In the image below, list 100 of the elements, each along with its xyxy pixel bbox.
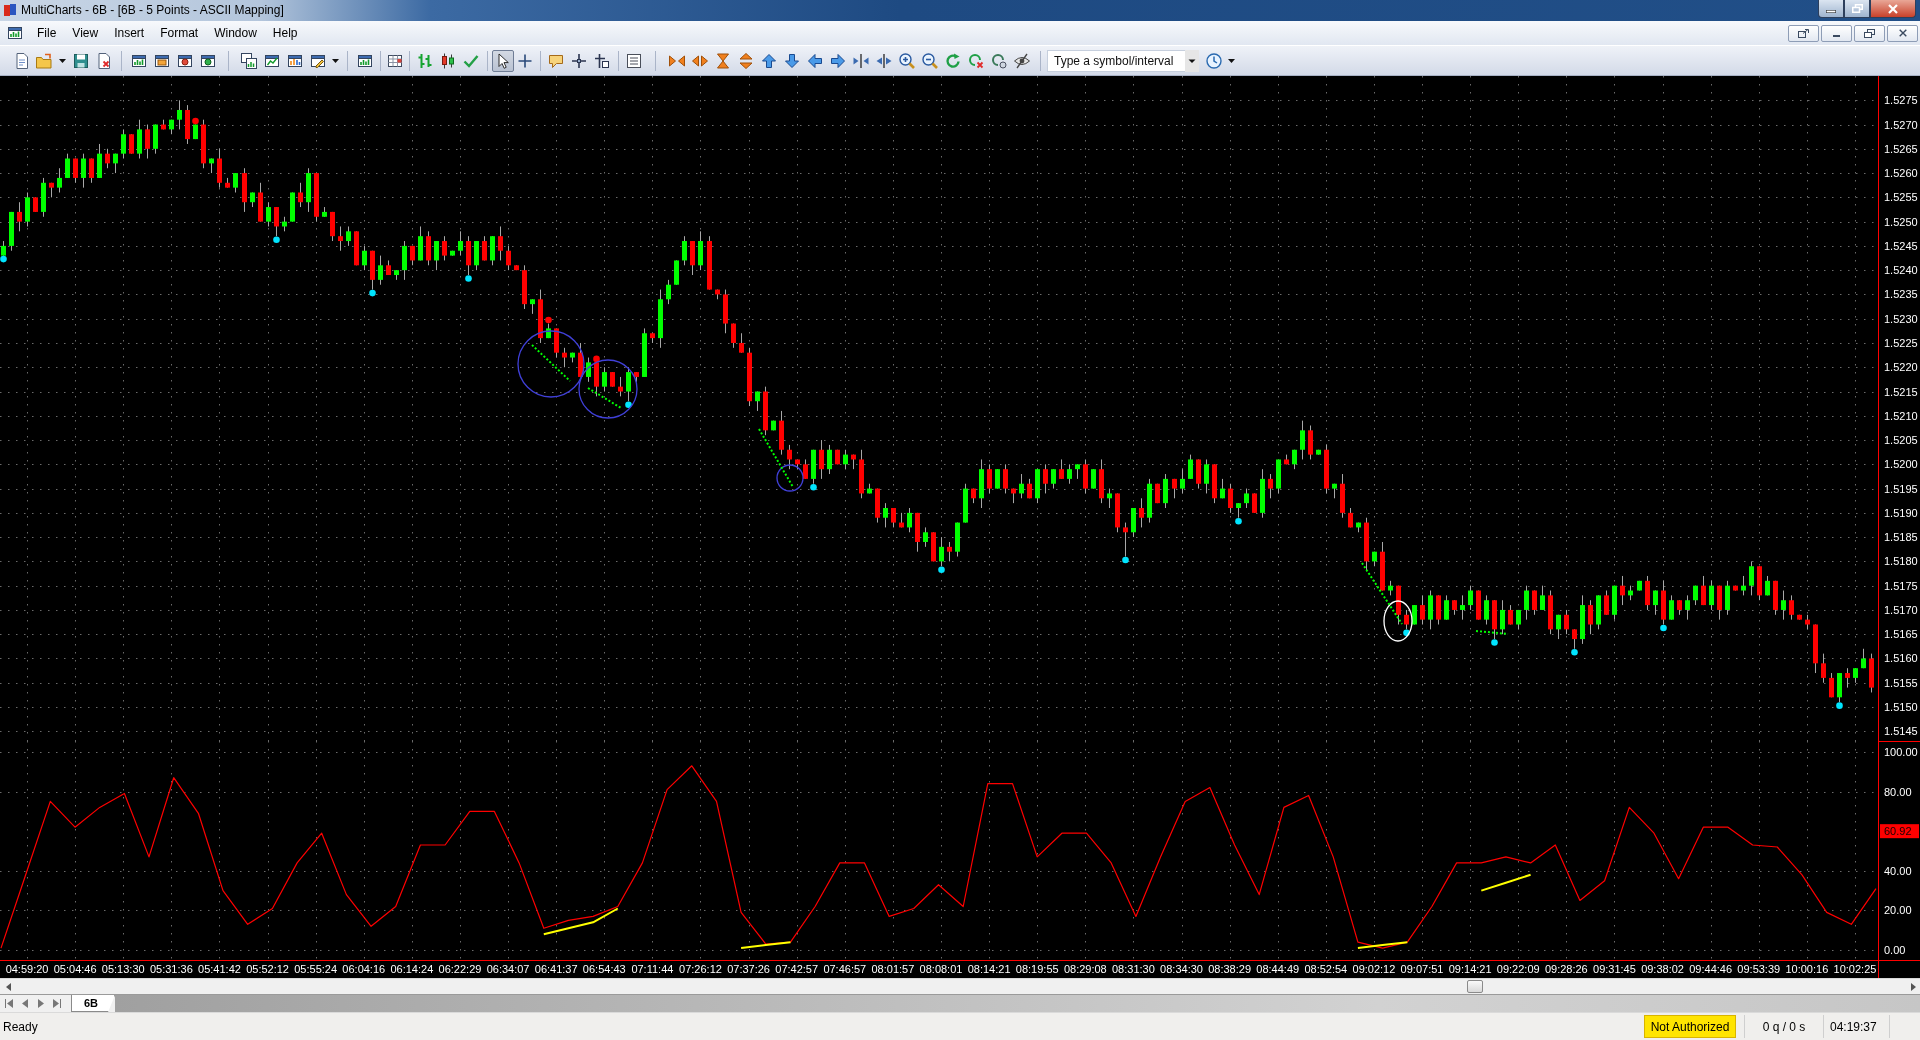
dropdown-caret-icon[interactable]: [331, 58, 339, 63]
diverging-triangles-icon[interactable]: [691, 52, 708, 69]
highlight-circle: [776, 464, 804, 492]
folder-icon[interactable]: [36, 52, 52, 69]
close-icon: [1888, 3, 1898, 14]
cross-lines-icon[interactable]: [570, 52, 587, 69]
detach-button[interactable]: [1788, 24, 1819, 42]
time-label: 08:01:57: [871, 963, 915, 975]
converging-triangles-icon[interactable]: [668, 52, 685, 69]
chart-window-icon[interactable]: [7, 25, 23, 41]
horizontal-expand-icon[interactable]: [875, 52, 892, 69]
dropdown-caret-icon[interactable]: [58, 58, 66, 63]
right-arrow-icon[interactable]: [829, 52, 846, 69]
time-label: 09:14:21: [1448, 963, 1492, 975]
minimize-button[interactable]: [1818, 0, 1844, 18]
symbol-field[interactable]: Type a symbol/interval: [1047, 49, 1185, 72]
list-icon[interactable]: [626, 52, 642, 69]
restore-button[interactable]: [1854, 24, 1885, 42]
menu-item[interactable]: Window: [206, 25, 265, 41]
menu-item[interactable]: Insert: [106, 25, 153, 41]
time-label: 08:19:55: [1015, 963, 1059, 975]
time-label: 09:22:09: [1496, 963, 1540, 975]
time-label: 09:53:39: [1737, 963, 1781, 975]
crossed-eye-icon[interactable]: [1013, 52, 1030, 69]
refresh-settings-icon[interactable]: [990, 52, 1007, 69]
candlestick: [803, 458, 808, 480]
scroll-left-arrow-icon[interactable]: [6, 982, 11, 991]
candlestick: [362, 245, 367, 271]
candlestick: [1540, 585, 1545, 611]
candlestick: [562, 347, 567, 368]
refresh-icon[interactable]: [944, 52, 961, 69]
next-arrow-icon[interactable]: [37, 999, 45, 1008]
cross-box-icon[interactable]: [593, 52, 610, 69]
minimize-icon: [1833, 34, 1840, 37]
axis-label: 1.5165: [1884, 628, 1918, 641]
candlestick: [666, 279, 671, 305]
horizontal-scrollbar[interactable]: [0, 978, 1920, 994]
first-arrow-icon[interactable]: [5, 999, 13, 1008]
candlestick: [1228, 483, 1233, 514]
document-delete-icon[interactable]: [96, 52, 112, 69]
chart-windows-icon[interactable]: [240, 52, 257, 69]
checkmark-icon[interactable]: [462, 52, 479, 69]
speech-bubble-icon[interactable]: [547, 52, 564, 69]
candlestick: [1564, 609, 1569, 635]
previous-arrow-icon[interactable]: [21, 999, 29, 1008]
scroll-thumb[interactable]: [1467, 980, 1483, 993]
candlestick: [1059, 458, 1064, 480]
menu-item[interactable]: Format: [152, 25, 207, 41]
candlestick: [1556, 614, 1561, 640]
hourglass-icon[interactable]: [714, 52, 731, 69]
dropdown-caret-icon[interactable]: [1227, 58, 1235, 63]
candlestick: [121, 128, 126, 160]
restore-button[interactable]: [1844, 0, 1870, 18]
refresh-stop-icon[interactable]: [967, 52, 984, 69]
clock-icon[interactable]: [1206, 52, 1222, 69]
candlestick: [65, 153, 70, 179]
candlestick: [177, 99, 182, 130]
time-label: 07:26:12: [679, 963, 722, 975]
table-icon[interactable]: [386, 52, 403, 69]
scroll-right-arrow-icon[interactable]: [1911, 982, 1916, 991]
up-down-arrows-icon[interactable]: [737, 52, 754, 69]
candlestick: [1789, 594, 1794, 621]
ohlc-bars-icon[interactable]: [416, 52, 433, 69]
candlestick: [1653, 590, 1658, 616]
low-marker-icon: [1836, 702, 1843, 709]
candlestick: [1139, 497, 1144, 528]
close-button[interactable]: [1870, 0, 1916, 18]
axis-label: 1.5145: [1884, 725, 1918, 738]
left-arrow-icon[interactable]: [806, 52, 823, 69]
axis-label: 1.5175: [1884, 579, 1918, 592]
down-arrow-icon[interactable]: [783, 52, 800, 69]
up-arrow-icon[interactable]: [760, 52, 777, 69]
last-arrow-icon[interactable]: [53, 999, 61, 1008]
horizontal-compress-icon[interactable]: [852, 52, 869, 69]
candlestick: [1484, 594, 1489, 625]
candlestick: [274, 206, 279, 237]
menu-item[interactable]: View: [64, 25, 107, 41]
time-label: 09:31:45: [1593, 963, 1636, 975]
time-label: 09:38:02: [1641, 963, 1684, 975]
candlestick: [1268, 473, 1273, 499]
new-document-icon[interactable]: [13, 52, 30, 69]
zoom-in-icon[interactable]: [898, 52, 915, 69]
menu-item[interactable]: File: [29, 25, 65, 41]
pointer-tool-button[interactable]: [492, 49, 514, 72]
candlestick: [434, 240, 439, 271]
candlestick: [1420, 594, 1425, 625]
close-icon: [1898, 29, 1907, 37]
sheet-tab[interactable]: 6B: [71, 995, 116, 1012]
candlestick: [1500, 599, 1505, 635]
zoom-out-icon[interactable]: [921, 52, 938, 69]
restore-icon: [1864, 28, 1875, 38]
minimize-button[interactable]: [1821, 24, 1852, 42]
menu-item[interactable]: Help: [264, 25, 306, 41]
close-button[interactable]: [1887, 24, 1918, 42]
candlestick-icon[interactable]: [439, 52, 456, 69]
candlestick: [1412, 604, 1417, 625]
axis-label: 1.5270: [1884, 118, 1918, 131]
time-label: 09:02:12: [1352, 963, 1396, 975]
axis-label: 0.00: [1884, 944, 1906, 957]
candlestick: [843, 449, 848, 470]
